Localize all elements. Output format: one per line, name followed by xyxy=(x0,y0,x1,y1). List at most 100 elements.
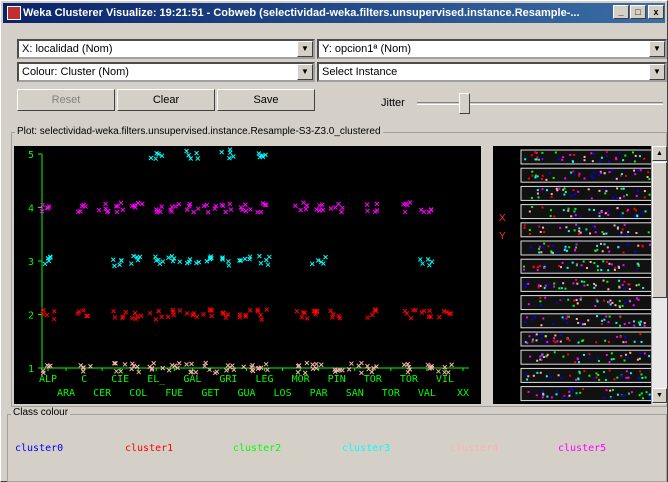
scroll-up-icon[interactable]: ▲ xyxy=(652,146,667,161)
attribute-bar[interactable] xyxy=(520,367,654,383)
attribute-bar-point xyxy=(536,371,539,374)
attribute-bar-point xyxy=(528,229,531,232)
reset-button[interactable]: Reset xyxy=(17,89,115,111)
cluster-legend-item[interactable]: cluster0 xyxy=(15,443,63,454)
attribute-bar-point xyxy=(621,212,624,215)
attribute-bar-point xyxy=(559,340,562,343)
save-button[interactable]: Save xyxy=(217,89,315,111)
attribute-bar-point xyxy=(561,158,564,161)
attribute-bar-point xyxy=(618,300,621,303)
attribute-bar-point xyxy=(559,334,562,337)
attribute-scrollbar[interactable]: ▲ ▼ xyxy=(651,146,667,404)
attribute-bar-point xyxy=(583,353,586,356)
chevron-down-icon[interactable]: ▼ xyxy=(649,41,665,57)
attribute-bar-point xyxy=(578,172,581,175)
attribute-bar-point xyxy=(590,175,593,178)
attribute-bars-panel[interactable] xyxy=(493,146,667,404)
attribute-bar-point xyxy=(572,388,575,391)
attribute-bar-point xyxy=(583,280,586,283)
clear-button[interactable]: Clear xyxy=(117,89,215,111)
scrollbar-thumb[interactable] xyxy=(652,162,667,298)
attribute-bar-point xyxy=(567,209,570,212)
attribute-bar-point xyxy=(635,284,638,287)
attribute-bar-point xyxy=(622,187,625,190)
x-tick-label: VAL xyxy=(418,388,436,399)
attribute-bar-point xyxy=(607,269,610,272)
attribute-bar-point xyxy=(633,324,636,327)
x-tick-label: CIE xyxy=(111,374,129,385)
attribute-bar-point xyxy=(527,375,530,378)
attribute-bar-point xyxy=(557,374,560,377)
attribute-bar-point xyxy=(647,231,650,234)
attribute-bar-point xyxy=(545,178,548,181)
chevron-down-icon[interactable]: ▼ xyxy=(297,41,313,57)
attribute-bar[interactable] xyxy=(520,386,654,402)
attribute-bar-point xyxy=(528,335,531,338)
attribute-bar-point xyxy=(546,395,549,398)
attribute-bar-point xyxy=(635,231,638,234)
attribute-bar-point xyxy=(566,249,569,252)
jitter-slider[interactable] xyxy=(417,102,663,105)
attribute-bar-point xyxy=(523,224,526,227)
attribute-bar[interactable] xyxy=(520,204,654,220)
attribute-bar-point xyxy=(596,265,599,268)
attribute-bar-point xyxy=(637,376,640,379)
attribute-bar-point xyxy=(538,251,541,254)
maximize-button[interactable]: □ xyxy=(630,5,646,19)
attribute-bar-point xyxy=(598,173,601,176)
attribute-bar-point xyxy=(572,282,575,285)
attribute-bar-point xyxy=(633,207,636,210)
attribute-bar-point xyxy=(638,394,641,397)
colour-select[interactable]: Colour: Cluster (Nom) ▼ xyxy=(17,62,315,82)
title-bar[interactable]: Weka Clusterer Visualize: 19:21:51 - Cob… xyxy=(3,3,665,23)
x-tick-label: TOR xyxy=(382,388,401,399)
attribute-bar-point xyxy=(544,284,547,287)
attribute-bar-point xyxy=(574,361,577,364)
attribute-bar-point xyxy=(577,190,580,193)
attribute-bar-point xyxy=(541,206,544,209)
attribute-bar-point xyxy=(539,264,542,267)
attribute-bar-point xyxy=(594,249,597,252)
attribute-bar-point xyxy=(539,284,542,287)
cluster-legend-item[interactable]: cluster4 xyxy=(450,443,498,454)
attribute-bar-point xyxy=(623,359,626,362)
cluster-legend-item[interactable]: cluster5 xyxy=(558,443,606,454)
chevron-down-icon[interactable]: ▼ xyxy=(297,64,313,80)
scroll-down-icon[interactable]: ▼ xyxy=(652,388,667,403)
attribute-bar-point xyxy=(531,205,534,208)
scatter-plot[interactable]: 1 2 3 4 5 ALP C CIE EL_ GAL GRI LEG MOR PIN TOR TOR VIL A… xyxy=(14,146,481,404)
attribute-bar-point xyxy=(524,158,527,161)
attribute-bar-point xyxy=(623,394,626,397)
y-axis-select[interactable]: Y: opcion1ª (Nom) ▼ xyxy=(317,39,667,59)
jitter-slider-thumb[interactable] xyxy=(459,93,471,114)
attribute-bar-point xyxy=(622,159,625,162)
attribute-bar-point xyxy=(602,370,605,373)
x-axis-select[interactable]: X: localidad (Nom) ▼ xyxy=(17,39,315,59)
attribute-bar-point xyxy=(594,305,597,308)
attribute-bar-point xyxy=(575,317,578,320)
attribute-bar-point xyxy=(537,196,540,199)
cluster-legend-item[interactable]: cluster2 xyxy=(233,443,281,454)
attribute-bar-point xyxy=(593,171,596,174)
attribute-bar-point xyxy=(596,315,599,318)
cluster-legend-item[interactable]: cluster3 xyxy=(342,443,390,454)
attribute-bar-point xyxy=(523,268,526,271)
attribute-bar-point xyxy=(596,244,599,247)
attribute-bar-point xyxy=(573,299,576,302)
attribute-bar-point xyxy=(570,215,573,218)
attribute-bar-point xyxy=(595,341,598,344)
attribute-bar[interactable] xyxy=(520,185,654,201)
cluster-legend-item[interactable]: cluster1 xyxy=(125,443,173,454)
attribute-bar-point xyxy=(643,196,646,199)
minimize-button[interactable]: _ xyxy=(613,5,629,19)
chevron-down-icon[interactable]: ▼ xyxy=(649,64,665,80)
attribute-bar-point xyxy=(588,356,591,359)
attribute-bar-point xyxy=(633,160,636,163)
close-button[interactable]: x xyxy=(648,5,664,19)
attribute-bar-point xyxy=(632,151,635,154)
attribute-bar-point xyxy=(618,286,621,289)
attribute-bar-point xyxy=(539,296,542,299)
attribute-bar-point xyxy=(621,215,624,218)
select-instance-select[interactable]: Select Instance ▼ xyxy=(317,62,667,82)
attribute-bar-point xyxy=(608,171,611,174)
